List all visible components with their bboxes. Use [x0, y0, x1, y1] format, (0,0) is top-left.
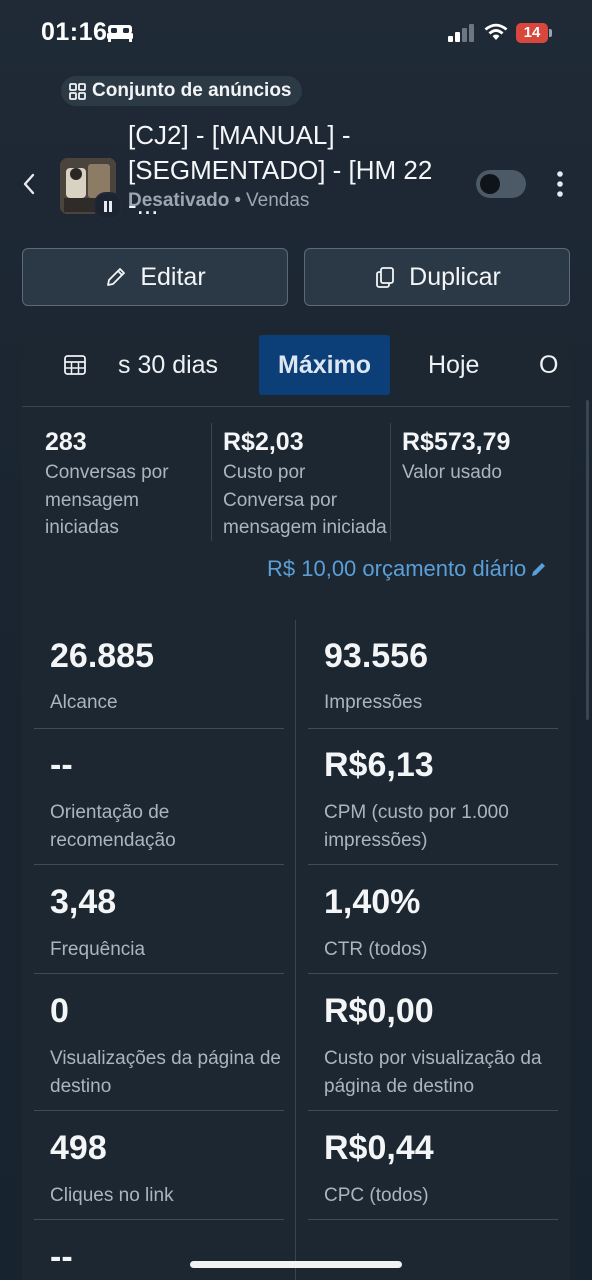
active-toggle[interactable]	[476, 170, 526, 198]
metric-frequency-label: Frequência	[50, 939, 146, 960]
metrics-column-divider	[295, 620, 296, 1280]
home-indicator[interactable]	[190, 1261, 402, 1268]
metric-landing-views-label: Visualizações da página de destino	[50, 1048, 281, 1097]
battery-level: 14	[523, 24, 541, 41]
metric-link-clicks-value: 498	[50, 1129, 107, 1167]
summary-divider	[390, 423, 391, 541]
summary-cost-label: Custo por Conversa por mensagem iniciada	[223, 462, 387, 538]
metric-reach-label: Alcance	[50, 692, 118, 713]
metric-cost-per-view-label: Custo por visualização da página de dest…	[324, 1048, 542, 1097]
metric-cost-per-view-value: R$0,00	[324, 992, 434, 1030]
metric-ctr-label: CTR (todos)	[324, 939, 428, 960]
delivery-status: Desativado	[128, 190, 230, 211]
campaign-objective: Vendas	[246, 190, 310, 211]
tab-maximum[interactable]: Máximo	[259, 335, 391, 395]
grid-icon	[69, 82, 86, 100]
metric-divider	[34, 864, 284, 865]
pencil-icon	[107, 268, 126, 286]
summary-conversations-label: Conversas por mensagem iniciadas	[45, 462, 169, 538]
metric-link-clicks-label: Cliques no link	[50, 1185, 174, 1206]
summary-divider	[211, 423, 212, 541]
metric-divider	[34, 973, 284, 974]
battery-indicator: 14	[516, 23, 552, 43]
metric-divider	[308, 973, 558, 974]
metric-frequency-value: 3,48	[50, 883, 117, 921]
sleep-mode-icon	[107, 25, 133, 42]
metric-cpc-value: R$0,44	[324, 1129, 434, 1167]
metric-divider	[308, 728, 558, 729]
ad-set-status: Desativado • Vendas	[128, 190, 310, 211]
metric-divider	[34, 1110, 284, 1111]
paused-badge	[94, 192, 122, 220]
summary-cost-value: R$2,03	[223, 428, 304, 456]
metric-cpm-value: R$6,13	[324, 746, 434, 784]
metric-impressions-value: 93.556	[324, 637, 428, 675]
status-time: 01:16	[41, 18, 108, 46]
metric-recommendation-label: Orientação de recomendação	[50, 802, 176, 851]
back-chevron-icon[interactable]	[20, 170, 38, 198]
ad-set-chip: Conjunto de anúncios	[61, 76, 302, 106]
metric-ctr-value: 1,40%	[324, 883, 421, 921]
edit-button-label: Editar	[140, 262, 206, 291]
metric-reach-value: 26.885	[50, 637, 154, 675]
tab-last-30-days[interactable]: s 30 dias	[118, 335, 218, 395]
summary-conversations-value: 283	[45, 428, 87, 456]
daily-budget-link[interactable]: R$ 10,00 orçamento diário	[267, 556, 548, 582]
metric-divider	[308, 1110, 558, 1111]
chip-label: Conjunto de anúncios	[92, 80, 292, 101]
edit-pencil-icon	[532, 563, 546, 576]
metric-cpm-label: CPM (custo por 1.000 impressões)	[324, 802, 509, 851]
pause-icon	[104, 200, 112, 212]
metric-divider	[34, 728, 284, 729]
metric-recommendation-value: --	[50, 746, 73, 784]
metric-impressions-label: Impressões	[324, 692, 423, 713]
scrollbar[interactable]	[586, 400, 589, 720]
cellular-signal-icon	[448, 24, 474, 42]
tab-today[interactable]: Hoje	[428, 335, 479, 395]
duplicate-button-label: Duplicar	[409, 262, 501, 291]
metric-cpc-label: CPC (todos)	[324, 1185, 429, 1206]
daily-budget-text: R$ 10,00 orçamento diário	[267, 556, 527, 581]
more-options-icon[interactable]	[552, 170, 568, 198]
duplicate-icon	[376, 267, 395, 288]
calendar-icon[interactable]	[63, 353, 87, 377]
duplicate-button[interactable]: Duplicar	[304, 248, 570, 306]
tab-other[interactable]: O	[539, 335, 558, 395]
summary-spent-value: R$573,79	[402, 428, 511, 456]
metric-landing-views-value: 0	[50, 992, 69, 1030]
wifi-icon	[484, 23, 508, 40]
metric-divider	[308, 1219, 558, 1220]
metric-next-value: --	[50, 1238, 73, 1276]
date-range-tabs: s 30 dias Máximo Hoje O	[22, 332, 570, 407]
metric-divider	[308, 864, 558, 865]
summary-spent-label: Valor usado	[402, 462, 502, 483]
edit-button[interactable]: Editar	[22, 248, 288, 306]
metric-divider	[34, 1219, 284, 1220]
